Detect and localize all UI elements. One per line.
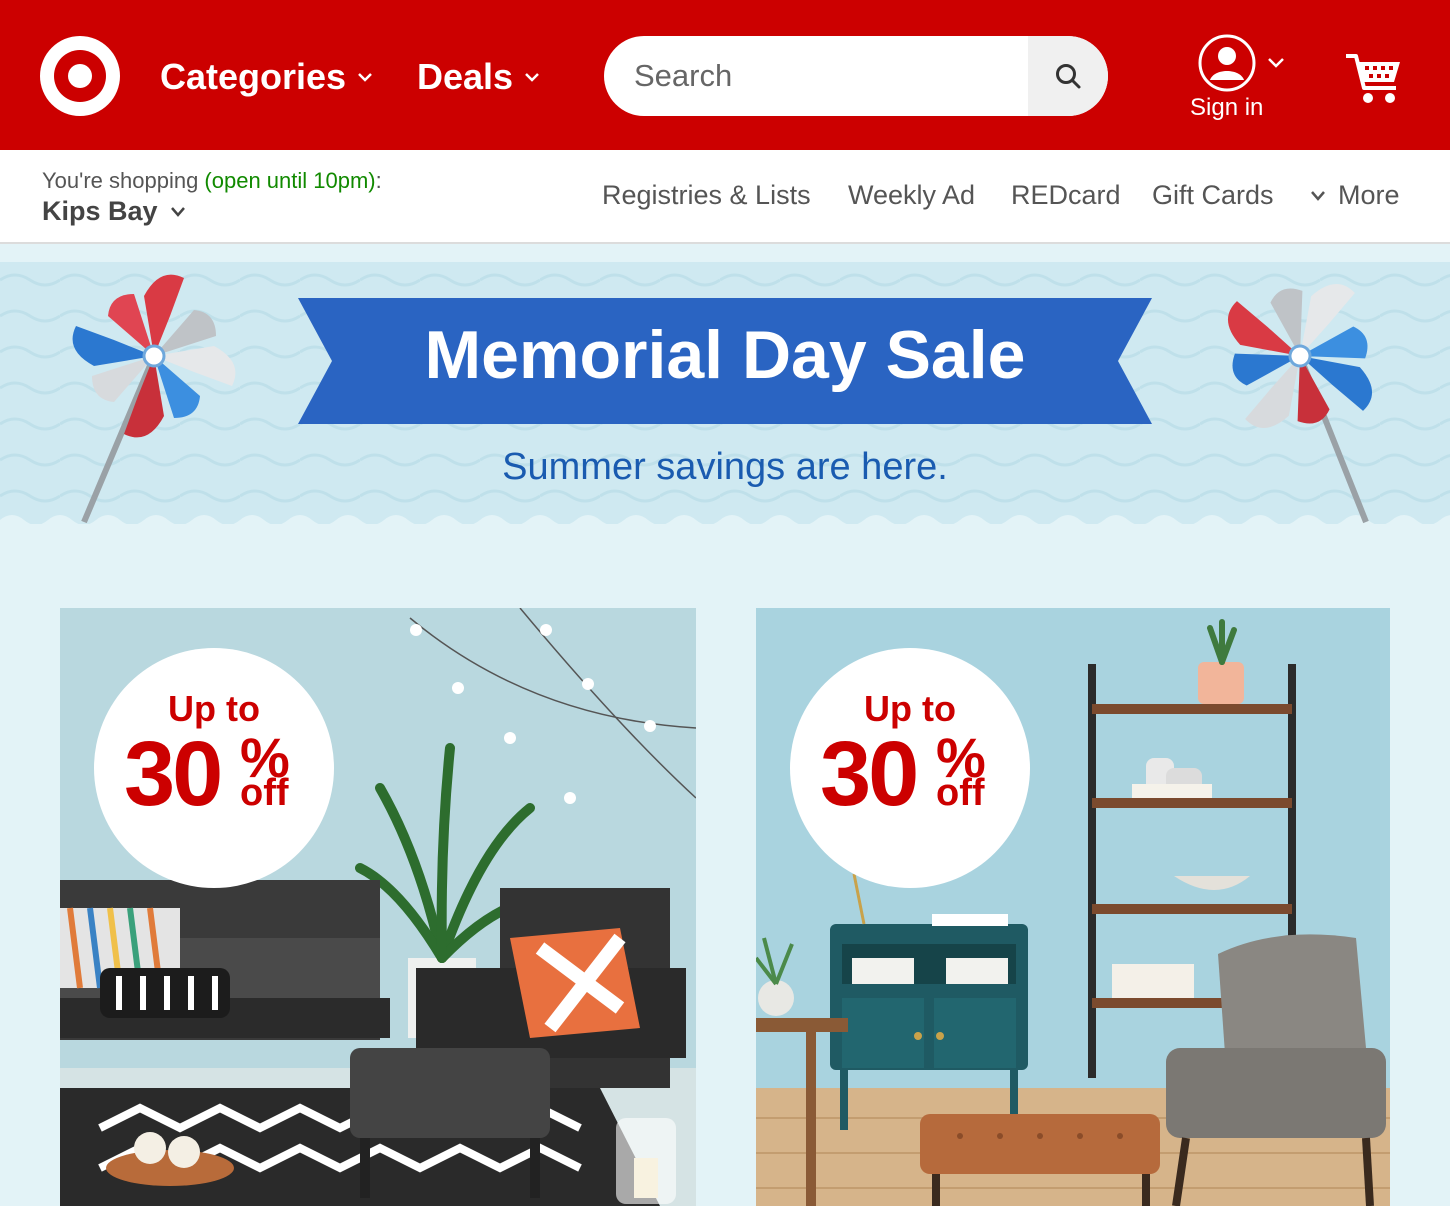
chevron-down-icon: [358, 73, 372, 82]
deals-label: Deals: [417, 56, 514, 97]
store-name: Kips Bay: [42, 196, 158, 226]
discount-badge: Up to 30 % off: [94, 648, 334, 888]
chevron-down-icon: [1311, 190, 1325, 201]
store-hours: (open until 10pm): [204, 168, 376, 193]
search-bar: [604, 36, 1108, 116]
search-icon: [1056, 64, 1081, 89]
sign-in-button[interactable]: Sign in: [1180, 32, 1290, 132]
chevron-down-icon: [170, 206, 185, 217]
deals-menu[interactable]: Deals: [417, 52, 541, 102]
badge-off: off: [936, 772, 985, 814]
badge-amount: 30: [820, 723, 919, 825]
search-input[interactable]: [604, 36, 1028, 116]
nav-gift-cards[interactable]: Gift Cards: [1152, 180, 1274, 211]
cart-icon[interactable]: [1344, 50, 1404, 108]
nav-weekly-ad[interactable]: Weekly Ad: [848, 180, 975, 211]
store-selector[interactable]: Kips Bay: [42, 196, 186, 227]
promo-card-patio[interactable]: Up to 30 % off: [60, 608, 696, 1206]
store-info: You're shopping (open until 10pm):: [42, 168, 382, 194]
search-button[interactable]: [1028, 36, 1108, 116]
nav-redcard[interactable]: REDcard: [1011, 180, 1121, 211]
more-label: More: [1338, 180, 1400, 210]
promo-card-living-room[interactable]: Up to 30 % off: [756, 608, 1390, 1206]
chevron-down-icon: [525, 73, 539, 82]
store-suffix: :: [375, 168, 382, 193]
categories-menu[interactable]: Categories: [160, 52, 374, 102]
more-menu[interactable]: More: [1310, 180, 1400, 211]
pinwheel-icon: [72, 274, 236, 524]
badge-off: off: [240, 772, 289, 814]
banner-title: Memorial Day Sale: [424, 317, 1026, 393]
pinwheel-icon: [1228, 284, 1372, 524]
sign-in-label: Sign in: [1190, 94, 1264, 121]
badge-amount: 30: [124, 723, 223, 825]
target-logo-icon[interactable]: [40, 36, 120, 116]
account-icon: [1198, 34, 1256, 92]
chevron-down-icon: [1268, 58, 1284, 68]
categories-label: Categories: [160, 56, 347, 97]
nav-registries-lists[interactable]: Registries & Lists: [602, 180, 811, 211]
store-prefix: You're shopping: [42, 168, 205, 193]
discount-badge: Up to 30 % off: [790, 648, 1030, 888]
